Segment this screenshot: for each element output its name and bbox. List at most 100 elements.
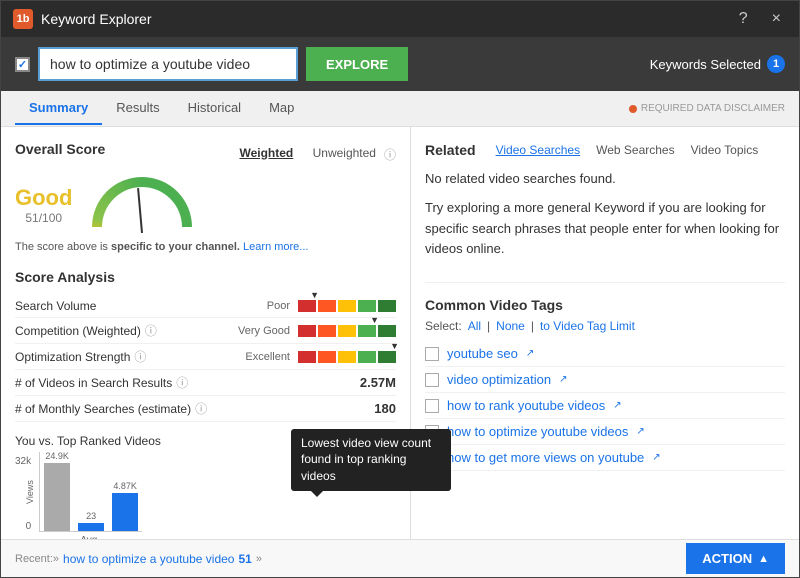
searchbar: ✓ EXPLORE Keywords Selected 1 <box>1 37 799 91</box>
recent-section: Recent:» how to optimize a youtube video… <box>15 552 262 566</box>
help-button[interactable]: ? <box>733 8 754 30</box>
competition-info-icon[interactable]: ⓘ <box>145 322 157 339</box>
tags-title: Common Video Tags <box>425 297 563 313</box>
score-value: Good 51/100 <box>15 185 72 225</box>
overall-score-title: Overall Score <box>15 141 105 157</box>
app-title: Keyword Explorer <box>41 11 152 27</box>
bar-green-2 <box>358 325 376 337</box>
search-checkbox[interactable]: ✓ <box>15 57 30 72</box>
videos-info-icon[interactable]: ⓘ <box>176 374 188 391</box>
bar-group-1: 24.9K <box>44 451 70 531</box>
monthly-label: # of Monthly Searches (estimate) <box>15 402 191 416</box>
videos-value: 2.57M <box>346 375 396 390</box>
bar-yellow-2 <box>338 325 356 337</box>
tag-ext-icon-3: ↗ <box>613 400 621 411</box>
related-tab-web-searches[interactable]: Web Searches <box>588 141 683 159</box>
score-good-text: Good <box>15 185 72 211</box>
bar-orange-3 <box>318 351 336 363</box>
analysis-bars-competition: Very Good <box>235 325 396 337</box>
unweighted-tab[interactable]: Unweighted <box>313 146 376 163</box>
analysis-row-videos: # of Videos in Search Results ⓘ 2.57M <box>15 370 396 396</box>
bar-orange-2 <box>318 325 336 337</box>
recent-arrow: » <box>256 553 262 565</box>
checkbox-check-icon: ✓ <box>18 58 27 71</box>
monthly-value: 180 <box>346 401 396 416</box>
weight-tabs: Weighted Unweighted ⓘ <box>239 146 396 163</box>
bar-group-2: 23 <box>78 511 104 531</box>
tag-checkbox-2[interactable] <box>425 373 439 387</box>
related-title: Related <box>425 142 476 158</box>
tooltip: Lowest video view count found in top ran… <box>291 429 451 491</box>
search-input[interactable] <box>38 47 298 81</box>
related-tab-video-searches[interactable]: Video Searches <box>488 141 589 159</box>
tags-header: Common Video Tags <box>425 297 785 313</box>
recent-label: Recent:» <box>15 553 59 565</box>
bar3-label: 4.87K <box>113 481 137 491</box>
learn-more-link[interactable]: Learn more... <box>243 241 308 253</box>
score-header: Overall Score Weighted Unweighted ⓘ <box>15 141 396 167</box>
tab-map[interactable]: Map <box>255 92 308 125</box>
tab-results[interactable]: Results <box>102 92 173 125</box>
competition-label: Competition (Weighted) <box>15 324 141 338</box>
tag-ext-icon-5: ↗ <box>652 452 660 463</box>
no-results-text: No related video searches found. <box>425 169 785 190</box>
rating-poor: Poor <box>235 300 290 312</box>
weight-separator <box>301 146 304 163</box>
bar1-label: 24.9K <box>45 451 69 461</box>
tag-item-5: how to get more views on youtube ↗ <box>425 445 785 471</box>
sep1: | <box>487 319 490 333</box>
analysis-label-competition: Competition (Weighted) ⓘ <box>15 322 235 339</box>
overall-score-section: Overall Score Weighted Unweighted ⓘ Good… <box>15 141 396 253</box>
bar-red-3 <box>298 351 316 363</box>
tab-summary[interactable]: Summary <box>15 92 102 125</box>
score-note-strong: specific to your channel. <box>111 241 240 253</box>
related-content: No related video searches found. Try exp… <box>425 169 785 260</box>
tabs-bar: Summary Results Historical Map REQUIRED … <box>1 91 799 127</box>
to-limit-link[interactable]: to Video Tag Limit <box>540 319 635 333</box>
tag-name-2[interactable]: video optimization <box>447 372 551 387</box>
tag-ext-icon-2: ↗ <box>559 374 567 385</box>
tag-checkbox-3[interactable] <box>425 399 439 413</box>
analysis-bars-search-volume: Poor <box>235 300 396 312</box>
tag-ext-icon-4: ↗ <box>636 426 644 437</box>
weighted-tab[interactable]: Weighted <box>239 146 293 163</box>
score-body: Good 51/100 <box>15 177 396 233</box>
tag-checkbox-1[interactable] <box>425 347 439 361</box>
tag-item-4: how to optimize youtube videos ↗ <box>425 419 785 445</box>
tag-item-3: how to rank youtube videos ↗ <box>425 393 785 419</box>
analysis-label-monthly: # of Monthly Searches (estimate) ⓘ <box>15 400 346 417</box>
optimization-info-icon[interactable]: ⓘ <box>134 348 146 365</box>
analysis-label-optimization: Optimization Strength ⓘ <box>15 348 235 365</box>
tab-historical[interactable]: Historical <box>174 92 255 125</box>
tags-select-label: Select: <box>425 319 462 333</box>
bar-dark-green-3 <box>378 351 396 363</box>
tag-name-3[interactable]: how to rank youtube videos <box>447 398 605 413</box>
bar1 <box>44 463 70 531</box>
score-info-icon[interactable]: ⓘ <box>384 146 396 163</box>
related-tab-video-topics[interactable]: Video Topics <box>683 141 767 159</box>
action-button[interactable]: ACTION ▲ <box>686 543 785 574</box>
search-volume-label: Search Volume <box>15 299 96 313</box>
bar2-label: 23 <box>86 511 96 521</box>
keywords-count-badge: 1 <box>767 55 785 73</box>
tag-name-1[interactable]: youtube seo <box>447 346 518 361</box>
y-label: Views <box>25 452 35 532</box>
bar-orange <box>318 300 336 312</box>
explore-button[interactable]: EXPLORE <box>306 47 408 81</box>
bar3 <box>112 493 138 531</box>
titlebar: 1b Keyword Explorer ? × <box>1 1 799 37</box>
none-link[interactable]: None <box>496 319 525 333</box>
tag-item-1: youtube seo ↗ <box>425 341 785 367</box>
analysis-row-optimization: Optimization Strength ⓘ Excellent <box>15 344 396 370</box>
footer: Recent:» how to optimize a youtube video… <box>1 539 799 577</box>
analysis-row-search-volume: Search Volume Poor <box>15 295 396 318</box>
close-button[interactable]: × <box>766 8 787 30</box>
tag-name-5[interactable]: how to get more views on youtube <box>447 450 644 465</box>
recent-link[interactable]: how to optimize a youtube video <box>63 552 234 566</box>
all-link[interactable]: All <box>468 319 481 333</box>
gauge-inner <box>102 187 182 227</box>
bar-group-3: 4.87K <box>112 481 138 531</box>
monthly-info-icon[interactable]: ⓘ <box>195 400 207 417</box>
tag-name-4[interactable]: how to optimize youtube videos <box>447 424 628 439</box>
related-tabs: Video Searches Web Searches Video Topics <box>488 141 767 159</box>
